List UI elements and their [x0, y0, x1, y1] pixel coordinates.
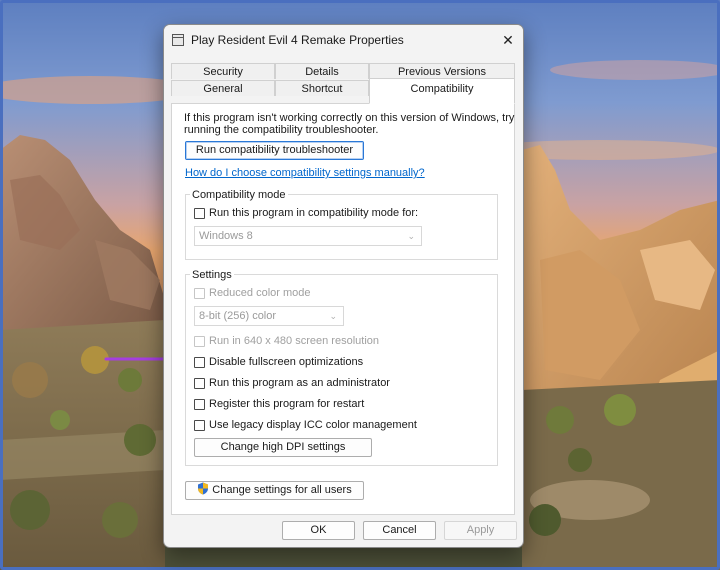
run-640-checkbox: Run in 640 x 480 screen resolution: [194, 335, 379, 347]
checkbox-box[interactable]: [194, 207, 205, 219]
run-640-label: Run in 640 x 480 screen resolution: [209, 335, 379, 347]
apply-button: Apply: [444, 521, 517, 540]
intro-line-2: running the compatibility troubleshooter…: [184, 124, 379, 136]
tab-shortcut[interactable]: Shortcut: [275, 80, 369, 96]
change-all-users-button[interactable]: Change settings for all users: [185, 481, 364, 500]
os-version-select[interactable]: Windows 8 ⌄: [194, 226, 422, 246]
register-restart-checkbox[interactable]: Register this program for restart: [194, 398, 364, 410]
intro-line-1: If this program isn't working correctly …: [184, 112, 515, 124]
ok-button[interactable]: OK: [282, 521, 355, 540]
legacy-icc-checkbox[interactable]: Use legacy display ICC color management: [194, 419, 417, 431]
checkbox-box: [194, 287, 205, 299]
disable-fullscreen-checkbox[interactable]: Disable fullscreen optimizations: [194, 356, 363, 368]
title-bar: Play Resident Evil 4 Remake Properties ✕: [164, 25, 523, 55]
settings-legend: Settings: [190, 269, 234, 281]
change-high-dpi-button[interactable]: Change high DPI settings: [194, 438, 372, 457]
compatibility-mode-legend: Compatibility mode: [190, 189, 288, 201]
checkbox-box: [194, 335, 205, 347]
chevron-down-icon: ⌄: [329, 311, 337, 321]
run-troubleshooter-button[interactable]: Run compatibility troubleshooter: [185, 141, 364, 160]
tab-previous-versions[interactable]: Previous Versions: [369, 63, 515, 79]
os-version-value: Windows 8: [199, 230, 253, 242]
tab-compatibility[interactable]: Compatibility: [369, 78, 515, 104]
cancel-button[interactable]: Cancel: [363, 521, 436, 540]
window-title: Play Resident Evil 4 Remake Properties: [191, 33, 404, 47]
checkbox-box[interactable]: [194, 356, 205, 368]
uac-shield-icon: [198, 482, 209, 495]
reduced-color-checkbox: Reduced color mode: [194, 287, 311, 299]
checkbox-box[interactable]: [194, 398, 205, 410]
tab-security[interactable]: Security: [171, 63, 275, 79]
chevron-down-icon: ⌄: [407, 231, 415, 241]
tab-details[interactable]: Details: [275, 63, 369, 79]
run-as-admin-checkbox[interactable]: Run this program as an administrator: [194, 377, 390, 389]
compat-mode-checkbox[interactable]: Run this program in compatibility mode f…: [194, 207, 418, 219]
change-all-users-label: Change settings for all users: [212, 484, 352, 496]
compat-mode-label: Run this program in compatibility mode f…: [209, 207, 419, 219]
disable-fullscreen-label: Disable fullscreen optimizations: [209, 356, 364, 368]
app-window-icon: [172, 34, 184, 46]
run-as-admin-label: Run this program as an administrator: [209, 377, 390, 389]
color-depth-value: 8-bit (256) color: [199, 310, 277, 322]
register-restart-label: Register this program for restart: [209, 398, 365, 410]
properties-dialog: Play Resident Evil 4 Remake Properties ✕…: [163, 24, 524, 548]
compatibility-panel: If this program isn't working correctly …: [171, 103, 515, 515]
checkbox-box[interactable]: [194, 419, 205, 431]
checkbox-box[interactable]: [194, 377, 205, 389]
reduced-color-label: Reduced color mode: [209, 287, 311, 299]
legacy-icc-label: Use legacy display ICC color management: [209, 419, 417, 431]
close-icon[interactable]: ✕: [493, 25, 523, 55]
tab-general[interactable]: General: [171, 80, 275, 96]
color-depth-select: 8-bit (256) color ⌄: [194, 306, 344, 326]
compat-help-link[interactable]: How do I choose compatibility settings m…: [185, 167, 425, 179]
